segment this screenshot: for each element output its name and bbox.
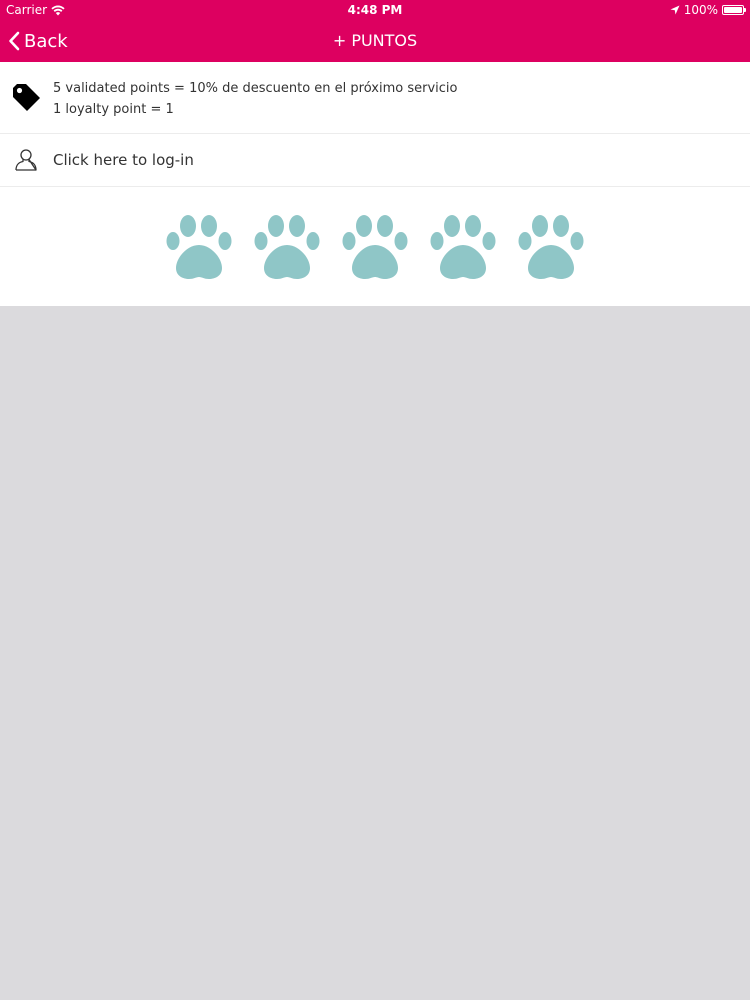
paw-icon — [166, 214, 232, 279]
login-row[interactable]: Click here to log-in — [0, 134, 750, 187]
page-title: + PUNTOS — [332, 31, 418, 50]
chevron-left-icon — [9, 31, 20, 51]
empty-content-area — [0, 306, 750, 1000]
paw-icon — [430, 214, 496, 279]
loyalty-point-line: 1 loyalty point = 1 — [53, 102, 174, 117]
status-right: 100% — [670, 0, 746, 20]
loyalty-paws-row — [0, 187, 750, 306]
paw-icon — [254, 214, 320, 279]
status-time: 4:48 PM — [347, 3, 403, 17]
battery-icon — [722, 5, 746, 15]
navigation-bar: + PUNTOS Back — [0, 20, 750, 62]
back-button[interactable]: Back — [8, 20, 68, 62]
location-arrow-icon — [670, 5, 680, 15]
loyalty-info-row: 5 validated points = 10% de descuento en… — [0, 62, 750, 134]
loyalty-rule-line: 5 validated points = 10% de descuento en… — [53, 81, 458, 96]
app-header: Carrier 4:48 PM 100% + PUNTOS Back — [0, 0, 750, 62]
battery-percent: 100% — [683, 3, 718, 17]
status-bar: Carrier 4:48 PM 100% — [0, 0, 750, 20]
paw-icon — [342, 214, 408, 279]
user-icon — [15, 149, 37, 171]
tag-icon — [13, 84, 40, 111]
battery-level — [724, 7, 742, 13]
loyalty-info-text: 5 validated points = 10% de descuento en… — [53, 78, 457, 120]
paw-icon — [518, 214, 584, 279]
back-label: Back — [24, 30, 68, 52]
login-label: Click here to log-in — [53, 151, 194, 169]
